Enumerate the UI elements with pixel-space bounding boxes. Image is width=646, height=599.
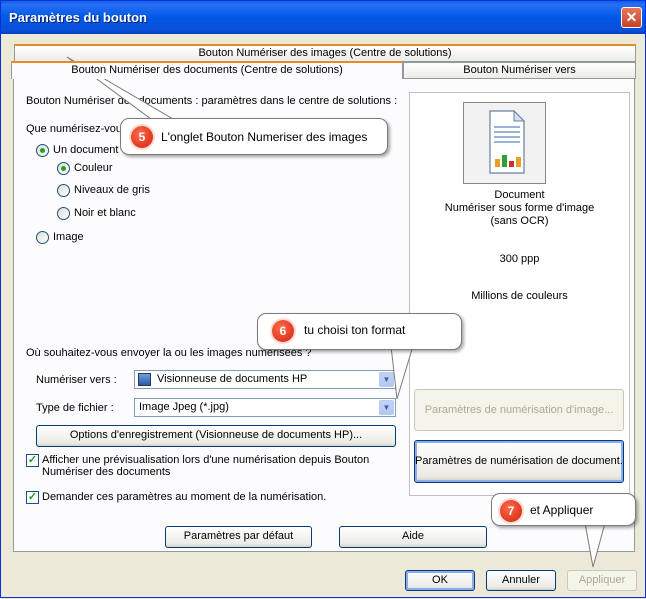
callout-number-badge: 6 bbox=[272, 320, 294, 342]
viewer-icon bbox=[138, 373, 151, 386]
cancel-button[interactable]: Annuler bbox=[486, 570, 556, 591]
dialog-window: Paramètres du bouton ✕ Bouton Numériser … bbox=[0, 0, 646, 598]
defaults-button[interactable]: Paramètres par défaut bbox=[165, 526, 312, 548]
radio-document[interactable] bbox=[36, 144, 49, 157]
apply-button[interactable]: Appliquer bbox=[567, 570, 637, 591]
image-settings-button[interactable]: Paramètres de numérisation d'image... bbox=[414, 389, 624, 431]
file-type-label: Type de fichier : bbox=[36, 402, 114, 414]
preview-line2: Numériser sous forme d'image bbox=[444, 202, 595, 214]
ok-button[interactable]: OK bbox=[405, 570, 475, 591]
callout-text: et Appliquer bbox=[530, 503, 594, 517]
callout-text: tu choisi ton format bbox=[304, 323, 406, 337]
radio-couleur-label: Couleur bbox=[74, 162, 113, 174]
preview-line1: Document bbox=[494, 189, 545, 201]
save-options-button[interactable]: Options d'enregistrement (Visionneuse de… bbox=[36, 425, 396, 447]
radio-niveaux-gris[interactable] bbox=[57, 184, 70, 197]
scan-question: Que numérisez-vous bbox=[26, 123, 128, 135]
document-settings-button[interactable]: Paramètres de numérisation de document..… bbox=[414, 440, 624, 483]
preview-checkbox-label-line2: Numériser des documents bbox=[42, 466, 171, 478]
tab-label: Bouton Numériser des documents (Centre d… bbox=[71, 64, 343, 76]
tab-label: Bouton Numériser des images (Centre de s… bbox=[198, 47, 452, 59]
callout-5: 5 L'onglet Bouton Numeriser des images bbox=[120, 118, 388, 155]
callout-6: 6 tu choisi ton format bbox=[257, 313, 462, 350]
callout-number-badge: 7 bbox=[500, 500, 522, 522]
tab-numeriser-documents[interactable]: Bouton Numériser des documents (Centre d… bbox=[11, 61, 403, 79]
preview-description: Document Numériser sous forme d'image (s… bbox=[409, 189, 630, 228]
chevron-down-icon[interactable]: ▼ bbox=[379, 400, 394, 415]
close-button[interactable]: ✕ bbox=[621, 7, 642, 28]
scan-to-value: Visionneuse de documents HP bbox=[157, 373, 308, 385]
preview-checkbox[interactable]: ✓ bbox=[26, 454, 39, 467]
tab-label: Bouton Numériser vers bbox=[463, 64, 576, 76]
preview-resolution: 300 ppp bbox=[499, 253, 540, 265]
preview-checkbox-label: Afficher une prévisualisation lors d'une… bbox=[42, 454, 369, 478]
radio-noir-blanc[interactable] bbox=[57, 207, 70, 220]
callout-number-badge: 5 bbox=[131, 126, 153, 148]
help-button[interactable]: Aide bbox=[339, 526, 487, 548]
preview-colors: Millions de couleurs bbox=[471, 290, 568, 302]
radio-document-label: Un document bbox=[53, 144, 119, 156]
chevron-down-icon[interactable]: ▼ bbox=[379, 372, 394, 387]
panel-heading: Bouton Numériser des documents : paramèt… bbox=[26, 95, 398, 107]
scan-to-label: Numériser vers : bbox=[36, 374, 117, 386]
preview-line3: (sans OCR) bbox=[490, 215, 549, 227]
tab-numeriser-images[interactable]: Bouton Numériser des images (Centre de s… bbox=[14, 44, 636, 62]
radio-image-label: Image bbox=[53, 231, 84, 243]
radio-noir-blanc-label: Noir et blanc bbox=[74, 207, 136, 219]
document-icon bbox=[463, 102, 546, 184]
title-bar: Paramètres du bouton ✕ bbox=[1, 1, 645, 34]
window-title: Paramètres du bouton bbox=[9, 10, 147, 25]
radio-image[interactable] bbox=[36, 231, 49, 244]
callout-7: 7 et Appliquer bbox=[491, 493, 636, 526]
radio-niveaux-gris-label: Niveaux de gris bbox=[74, 184, 150, 196]
file-type-value: Image Jpeg (*.jpg) bbox=[139, 401, 229, 413]
tab-numeriser-vers[interactable]: Bouton Numériser vers bbox=[403, 62, 636, 79]
preview-checkbox-label-line1: Afficher une prévisualisation lors d'une… bbox=[42, 454, 370, 466]
file-type-select[interactable]: Image Jpeg (*.jpg) ▼ bbox=[134, 398, 396, 417]
ask-checkbox[interactable]: ✓ bbox=[26, 491, 39, 504]
callout-text: L'onglet Bouton Numeriser des images bbox=[161, 130, 368, 144]
radio-couleur[interactable] bbox=[57, 162, 70, 175]
ask-checkbox-label: Demander ces paramètres au moment de la … bbox=[42, 491, 327, 503]
scan-to-select[interactable]: Visionneuse de documents HP ▼ bbox=[134, 370, 396, 389]
